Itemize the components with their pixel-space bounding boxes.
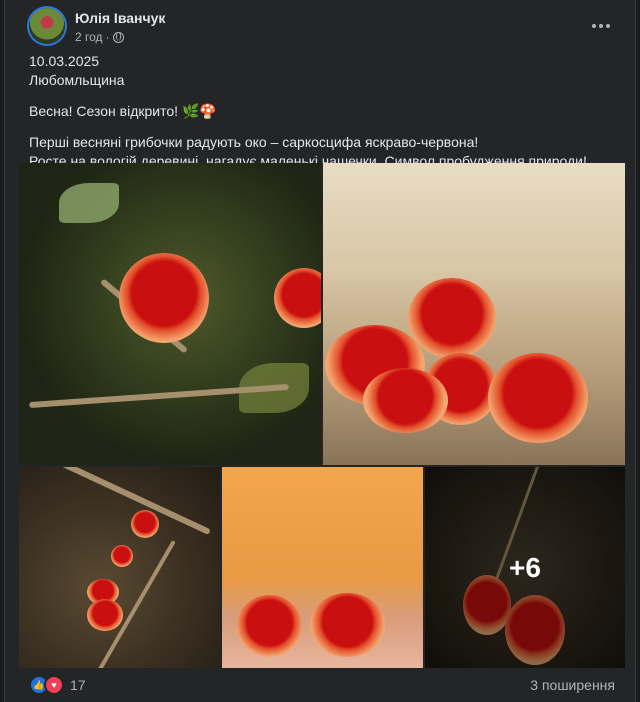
photo-3[interactable] [19,467,220,668]
post-meta: 2 год · [75,30,124,44]
more-photos-overlay[interactable]: +6 [425,467,625,668]
reactions[interactable]: 👍 ♥ 17 [29,675,86,695]
photo-gallery: +6 [19,163,625,668]
post-line-2: Перші весняні грибочки радують око – сар… [29,134,479,150]
photo-5[interactable]: +6 [425,467,625,668]
author-name[interactable]: Юлія Іванчук [75,10,165,26]
post-footer: 👍 ♥ 17 3 поширення [29,674,615,696]
photo-2[interactable] [323,163,625,465]
shares-count[interactable]: 3 поширення [530,677,615,693]
globe-icon[interactable] [112,31,124,43]
reaction-count[interactable]: 17 [70,677,86,693]
avatar[interactable] [29,8,65,44]
meta-separator: · [105,30,110,44]
love-icon: ♥ [44,675,64,695]
post-line-1: Весна! Сезон відкрито! 🌿🍄 [29,103,217,119]
photo-4[interactable] [222,467,423,668]
photo-1[interactable] [19,163,321,465]
more-icon[interactable] [587,12,615,40]
post-card: Юлія Іванчук 2 год · 10.03.2025 Любомльщ… [4,0,636,702]
post-header: Юлія Іванчук 2 год · [29,8,615,48]
post-text: 10.03.2025 Любомльщина Весна! Сезон відк… [29,52,615,171]
post-time[interactable]: 2 год [75,30,103,44]
post-date: 10.03.2025 [29,53,100,69]
post-location: Любомльщина [29,72,125,88]
